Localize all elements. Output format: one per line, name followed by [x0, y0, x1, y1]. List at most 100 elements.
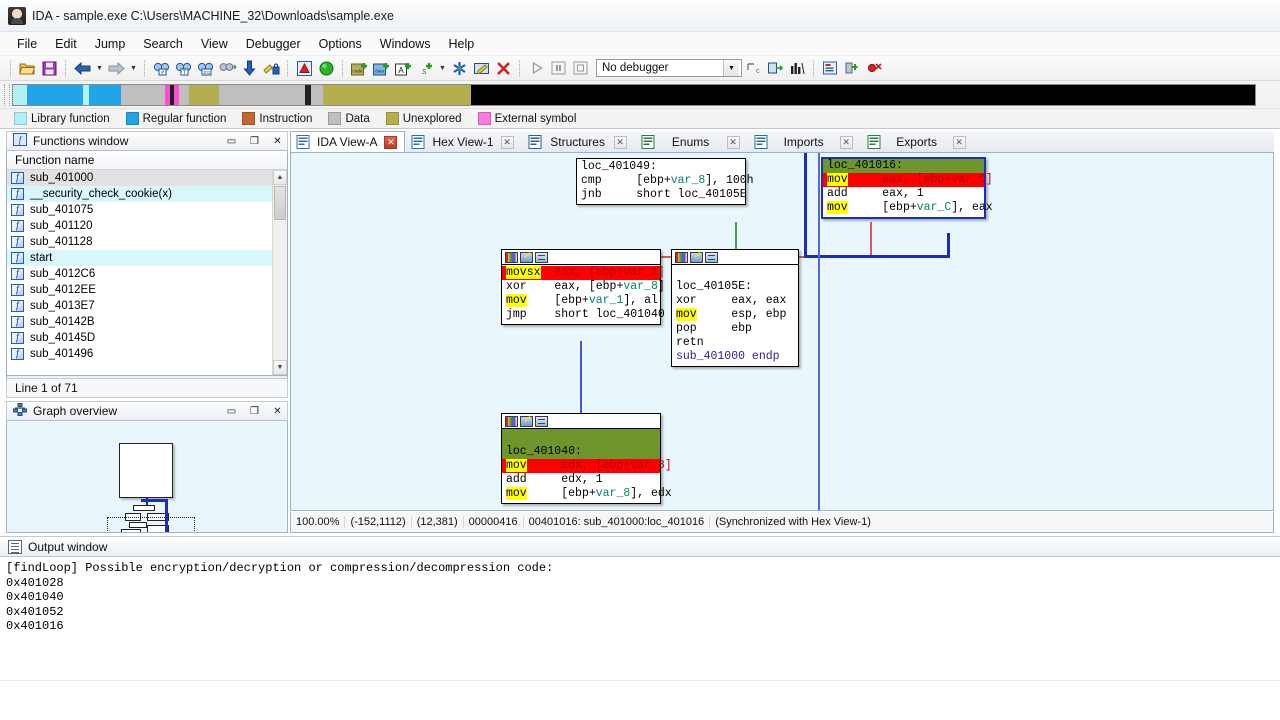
functions-list[interactable]: f sub_401000 f __security_check_cookie(x) f s…	[7, 170, 272, 375]
functions-column-header[interactable]: Function name	[7, 151, 287, 170]
tab-ida-view-a[interactable]: IDA View-A ✕	[290, 131, 406, 152]
maximize-restore-button[interactable]: ❐	[247, 404, 262, 419]
tab-imports[interactable]: Imports ✕	[748, 131, 861, 152]
graph-node-loc-401040[interactable]: loc_401040: mov edx, [ebp+var_8] add edx…	[501, 413, 672, 504]
close-icon[interactable]: ✕	[952, 135, 966, 149]
tab-hex-view-1[interactable]: Hex View-1 ✕	[405, 131, 521, 152]
function-list-item[interactable]: f __security_check_cookie(x)	[7, 186, 272, 202]
struct-plus-icon[interactable]: s	[415, 58, 436, 79]
binoculars-text-icon[interactable]: T	[173, 58, 194, 79]
edit-pencil-icon[interactable]	[690, 251, 703, 263]
function-list-item[interactable]: f sub_40142B	[7, 314, 272, 330]
tab-exports[interactable]: Exports ✕	[861, 131, 974, 152]
edit-pencil-icon[interactable]	[520, 415, 533, 427]
close-icon[interactable]: ✕	[613, 135, 627, 149]
overview-viewport-rect[interactable]	[107, 517, 195, 532]
green-circle-icon[interactable]	[316, 58, 337, 79]
function-list-item[interactable]: f sub_401120	[7, 218, 272, 234]
menu-view[interactable]: View	[192, 34, 237, 54]
functions-vertical-scrollbar[interactable]: ▲ ▼	[272, 170, 287, 375]
code-line: mov esp, ebp	[676, 308, 787, 321]
menu-help[interactable]: Help	[439, 34, 483, 54]
menu-edit[interactable]: Edit	[46, 34, 86, 54]
debugger-select[interactable]: No debugger ▼	[596, 59, 742, 77]
palette-icon[interactable]	[505, 251, 518, 263]
close-icon[interactable]: ✕	[726, 135, 740, 149]
step-over-icon[interactable]	[765, 58, 786, 79]
exports-icon	[867, 135, 881, 149]
layout-icon[interactable]	[535, 251, 548, 263]
function-list-item[interactable]: f sub_40145D	[7, 330, 272, 346]
palette-icon[interactable]	[505, 415, 518, 427]
menu-debugger[interactable]: Debugger	[237, 34, 310, 54]
edit-pencil-icon[interactable]	[520, 251, 533, 263]
scroll-down-arrow-icon[interactable]: ▼	[273, 360, 287, 375]
binoculars-number-icon[interactable]: 101	[195, 58, 216, 79]
close-icon[interactable]: ✕	[384, 135, 398, 149]
flashlight-lock-icon[interactable]	[261, 58, 282, 79]
code-plus-icon[interactable]: code	[349, 58, 370, 79]
minimize-button[interactable]: ▭	[224, 134, 239, 149]
close-button[interactable]: ✕	[270, 134, 285, 149]
close-button[interactable]: ✕	[270, 404, 285, 419]
graph-node-movsx-block[interactable]: movsx eax, [ebp+var_1] xor eax, [ebp+var…	[501, 249, 665, 325]
menu-options[interactable]: Options	[310, 34, 371, 54]
ascii-plus-icon[interactable]: A	[393, 58, 414, 79]
function-list-item[interactable]: f sub_401075	[7, 202, 272, 218]
tab-enums[interactable]: Enums ✕	[635, 131, 748, 152]
folder-open-icon[interactable]	[17, 58, 38, 79]
stop-square-icon[interactable]	[570, 58, 591, 79]
minimize-button[interactable]: ▭	[224, 404, 239, 419]
call-stack-icon[interactable]	[787, 58, 808, 79]
menu-jump[interactable]: Jump	[86, 34, 135, 54]
function-list-item[interactable]: f sub_401128	[7, 234, 272, 250]
menu-file[interactable]: File	[8, 34, 46, 54]
step-into-icon[interactable]: c	[743, 58, 764, 79]
add-breakpoint-icon[interactable]	[842, 58, 863, 79]
maximize-restore-button[interactable]: ❐	[247, 134, 262, 149]
red-x-icon[interactable]	[493, 58, 514, 79]
edit-pencil-icon[interactable]	[471, 58, 492, 79]
chevron-down-icon[interactable]: ▼	[723, 60, 739, 76]
pause-icon[interactable]	[548, 58, 569, 79]
floppy-save-icon[interactable]	[39, 58, 60, 79]
function-list-item[interactable]: f sub_4012C6	[7, 266, 272, 282]
binoculars-hash-icon[interactable]: #	[151, 58, 172, 79]
graph-node-loc-401016[interactable]: loc_401016: mov eax, [ebp+var_C] add eax…	[821, 157, 993, 219]
binoculars-xref-icon[interactable]	[217, 58, 238, 79]
palette-icon[interactable]	[675, 251, 688, 263]
function-list-item[interactable]: f start	[7, 250, 272, 266]
arrow-left-icon[interactable]	[72, 58, 93, 79]
arrow-right-icon[interactable]	[106, 58, 127, 79]
arrow-down-blue-icon[interactable]	[239, 58, 260, 79]
menu-windows[interactable]: Windows	[371, 34, 440, 54]
tab-structures[interactable]: Structures ✕	[522, 131, 635, 152]
layout-icon[interactable]	[535, 415, 548, 427]
navigation-band[interactable]	[12, 83, 1256, 106]
graph-node-loc-40105e[interactable]: loc_40105E: xor eax, eax mov esp, ebp po…	[671, 249, 799, 367]
delete-breakpoint-icon[interactable]	[864, 58, 885, 79]
red-triangle-icon[interactable]	[294, 58, 315, 79]
asterisk-blue-icon[interactable]	[449, 58, 470, 79]
menu-search[interactable]: Search	[134, 34, 192, 54]
scroll-up-arrow-icon[interactable]: ▲	[273, 170, 287, 185]
code-line: loc_401016:	[823, 159, 984, 173]
graph-node-loc-401049[interactable]: loc_401049: cmp [ebp+var_8], 100h jnb sh…	[576, 158, 754, 205]
close-icon[interactable]: ✕	[839, 135, 853, 149]
function-list-item[interactable]: f sub_4012EE	[7, 282, 272, 298]
function-list-item[interactable]: f sub_401000	[7, 170, 272, 186]
ida-view-a-graph[interactable]: loc_401049: cmp [ebp+var_8], 100h jnb sh…	[290, 153, 1274, 511]
layout-icon[interactable]	[705, 251, 718, 263]
make-struct-dropdown[interactable]: ▼	[437, 58, 448, 79]
breakpoint-list-icon[interactable]	[820, 58, 841, 79]
close-icon[interactable]: ✕	[500, 135, 514, 149]
graph-overview-canvas[interactable]	[6, 421, 288, 533]
output-log[interactable]: [findLoop] Possible encryption/decryptio…	[0, 557, 1280, 680]
back-history-dropdown[interactable]: ▼	[94, 58, 105, 79]
function-list-item[interactable]: f sub_4013E7	[7, 298, 272, 314]
function-list-item[interactable]: f sub_401496	[7, 346, 272, 362]
data-plus-icon[interactable]: data	[371, 58, 392, 79]
forward-history-dropdown[interactable]: ▼	[128, 58, 139, 79]
play-triangle-icon[interactable]	[526, 58, 547, 79]
scrollbar-thumb[interactable]	[274, 186, 286, 220]
